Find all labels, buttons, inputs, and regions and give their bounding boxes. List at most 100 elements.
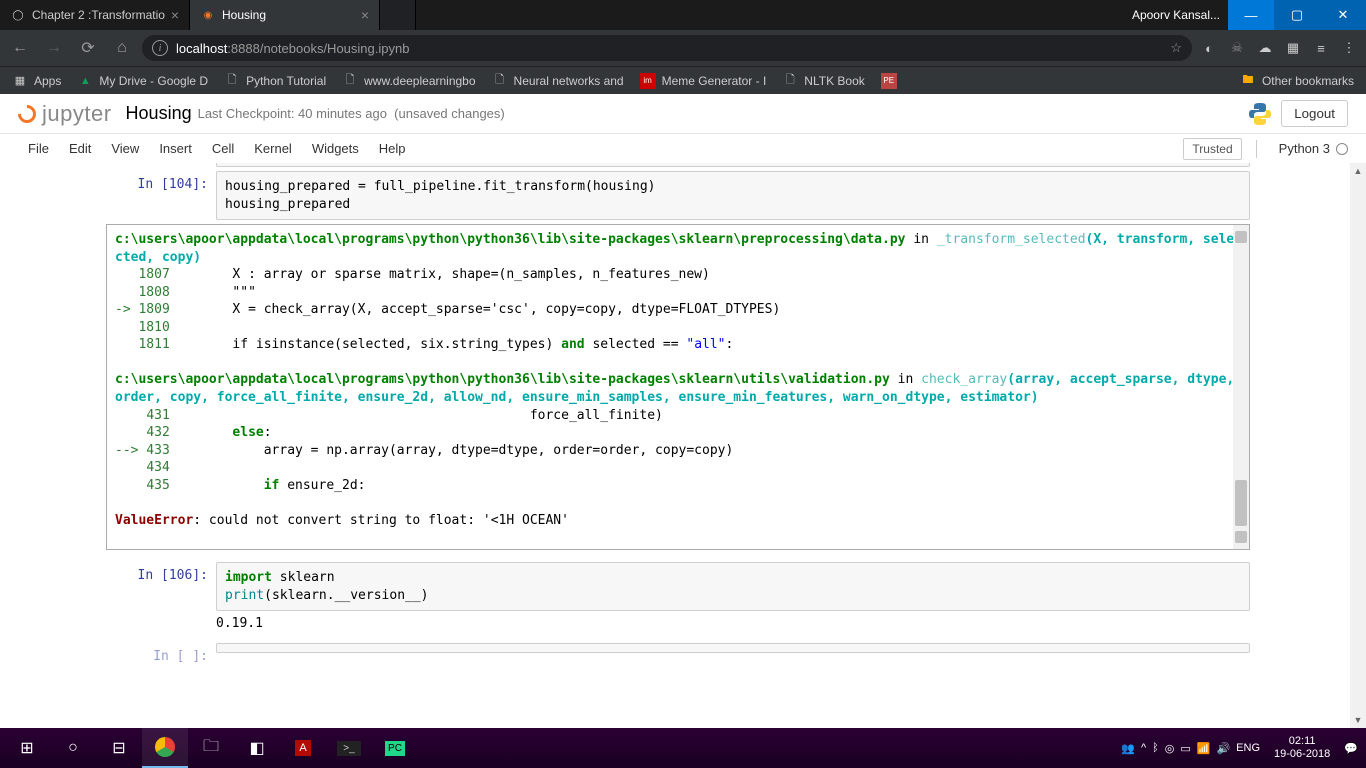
jupyter-logo[interactable]: jupyter xyxy=(18,101,112,127)
notebook-area: In [104]: housing_prepared = full_pipeli… xyxy=(0,163,1366,728)
cell-prompt xyxy=(116,163,216,167)
page-icon: 🗋 xyxy=(782,73,798,89)
window-maximize-button[interactable]: ▢ xyxy=(1274,0,1320,30)
apps-button[interactable]: ▦Apps xyxy=(6,73,67,89)
code-cell-104[interactable]: In [104]: housing_prepared = full_pipeli… xyxy=(116,171,1250,220)
cell-prompt: In [ ]: xyxy=(116,643,216,664)
menu-edit[interactable]: Edit xyxy=(59,141,101,156)
other-bookmarks[interactable]: 🖿Other bookmarks xyxy=(1234,73,1360,89)
menu-view[interactable]: View xyxy=(101,141,149,156)
kernel-status-icon xyxy=(1336,143,1348,155)
acrobat-taskbar-icon[interactable]: A xyxy=(280,728,326,768)
page-icon: 🗋 xyxy=(492,73,508,89)
system-tray: 👥 ^ ᛒ ◎ ▭ 📶 🔊 ENG 02:11 19-06-2018 💬 xyxy=(1121,735,1362,761)
traceback-output[interactable]: c:\users\apoor\appdata\local\programs\py… xyxy=(106,224,1250,550)
code-input[interactable]: housing_prepared = full_pipeline.fit_tra… xyxy=(216,171,1250,220)
tray-people-icon[interactable]: 👥 xyxy=(1121,742,1135,755)
tray-bluetooth-icon[interactable]: ᛒ xyxy=(1152,742,1159,754)
bookmark-item[interactable]: ▲My Drive - Google D xyxy=(71,73,214,89)
taskbar-clock[interactable]: 02:11 19-06-2018 xyxy=(1266,735,1338,761)
code-input[interactable]: import sklearn print(sklearn.__version__… xyxy=(216,562,1250,611)
jupyter-menubar: File Edit View Insert Cell Kernel Widget… xyxy=(0,134,1366,164)
pe-icon: PE xyxy=(881,73,897,89)
apps-icon: ▦ xyxy=(12,73,28,89)
menu-insert[interactable]: Insert xyxy=(149,141,202,156)
tray-location-icon[interactable]: ◎ xyxy=(1165,742,1175,755)
extension-icon[interactable]: ▦ xyxy=(1282,37,1304,59)
tray-wifi-icon[interactable]: 📶 xyxy=(1197,742,1211,755)
url-path: :8888/notebooks/Housing.ipynb xyxy=(227,41,409,56)
bookmark-item[interactable]: 🗋Python Tutorial xyxy=(218,73,332,89)
forward-button[interactable]: → xyxy=(40,34,68,62)
browser-user[interactable]: Apoorv Kansal... xyxy=(1124,0,1228,30)
tray-battery-icon[interactable]: ▭ xyxy=(1180,742,1190,755)
scroll-up-icon[interactable]: ▲ xyxy=(1350,163,1366,179)
app-taskbar-icon[interactable]: ◧ xyxy=(234,728,280,768)
scroll-down-icon[interactable]: ▼ xyxy=(1350,712,1366,728)
code-cell-empty[interactable]: In [ ]: xyxy=(116,643,1250,664)
code-cell-106[interactable]: In [106]: import sklearn print(sklearn._… xyxy=(116,562,1250,637)
bookmark-item[interactable]: PE xyxy=(875,73,903,89)
extension-icon[interactable]: ◐ xyxy=(1198,37,1220,59)
site-info-icon[interactable]: i xyxy=(152,40,168,56)
address-bar[interactable]: i localhost:8888/notebooks/Housing.ipynb… xyxy=(142,35,1192,61)
task-view-button[interactable]: ⊟ xyxy=(96,728,142,768)
github-icon: ◯ xyxy=(10,7,26,23)
scroll-thumb[interactable] xyxy=(1235,480,1247,526)
jupyter-header: jupyter Housing Last Checkpoint: 40 minu… xyxy=(0,94,1366,134)
window-minimize-button[interactable]: — xyxy=(1228,0,1274,30)
logout-button[interactable]: Logout xyxy=(1281,100,1348,127)
notebook-title[interactable]: Housing xyxy=(126,103,192,124)
menu-file[interactable]: File xyxy=(18,141,59,156)
menu-help[interactable]: Help xyxy=(369,141,416,156)
cell-above xyxy=(116,163,1250,167)
close-icon[interactable]: × xyxy=(171,7,179,23)
browser-tab-0[interactable]: ◯ Chapter 2 :Transformatio × xyxy=(0,0,190,30)
close-icon[interactable]: × xyxy=(361,7,369,23)
scroll-down-icon[interactable] xyxy=(1235,531,1247,543)
cell-prompt: In [106]: xyxy=(116,562,216,637)
code-input[interactable] xyxy=(216,643,1250,653)
cortana-button[interactable]: ○ xyxy=(50,728,96,768)
extension-icon[interactable]: ☠ xyxy=(1226,37,1248,59)
text-output: 0.19.1 xyxy=(216,611,1250,637)
bookmark-item[interactable]: 🗋NLTK Book xyxy=(776,73,870,89)
kernel-name[interactable]: Python 3 xyxy=(1279,141,1348,156)
extension-icon[interactable]: ☁ xyxy=(1254,37,1276,59)
cell-prompt: In [104]: xyxy=(116,171,216,220)
pycharm-taskbar-icon[interactable]: PC xyxy=(372,728,418,768)
page-icon: 🗋 xyxy=(342,73,358,89)
browser-tab-strip: ◯ Chapter 2 :Transformatio × ◉ Housing ×… xyxy=(0,0,1366,30)
url-host: localhost xyxy=(176,41,227,56)
browser-tab-1[interactable]: ◉ Housing × xyxy=(190,0,380,30)
window-close-button[interactable]: ✕ xyxy=(1320,0,1366,30)
explorer-taskbar-icon[interactable]: 🗀 xyxy=(188,728,234,768)
tab-title: Chapter 2 :Transformatio xyxy=(32,8,165,22)
bookmark-item[interactable]: imMeme Generator - I xyxy=(634,73,773,89)
jupyter-icon: ◉ xyxy=(200,7,216,23)
scroll-up-icon[interactable] xyxy=(1235,231,1247,243)
trusted-indicator[interactable]: Trusted xyxy=(1183,138,1241,160)
menu-cell[interactable]: Cell xyxy=(202,141,244,156)
chrome-taskbar-icon[interactable] xyxy=(142,728,188,768)
terminal-taskbar-icon[interactable]: >_ xyxy=(326,728,372,768)
menu-kernel[interactable]: Kernel xyxy=(244,141,302,156)
page-icon: 🗋 xyxy=(224,73,240,89)
new-tab-button[interactable] xyxy=(380,0,416,30)
home-button[interactable]: ⌂ xyxy=(108,34,136,62)
output-scrollbar[interactable] xyxy=(1233,225,1249,549)
tray-volume-icon[interactable]: 🔊 xyxy=(1216,742,1230,755)
page-scrollbar[interactable]: ▲ ▼ xyxy=(1350,163,1366,728)
menu-widgets[interactable]: Widgets xyxy=(302,141,369,156)
tray-lang[interactable]: ENG xyxy=(1236,742,1260,754)
bookmark-item[interactable]: 🗋Neural networks and xyxy=(486,73,630,89)
tray-notifications-icon[interactable]: 💬 xyxy=(1344,742,1358,755)
bookmark-item[interactable]: 🗋www.deeplearningbo xyxy=(336,73,481,89)
reload-button[interactable]: ⟳ xyxy=(74,34,102,62)
browser-menu-button[interactable]: ⋮ xyxy=(1338,37,1360,59)
back-button[interactable]: ← xyxy=(6,34,34,62)
extension-icon[interactable]: ≡ xyxy=(1310,37,1332,59)
start-button[interactable]: ⊞ xyxy=(4,728,50,768)
tray-up-icon[interactable]: ^ xyxy=(1141,742,1146,754)
bookmark-star-icon[interactable]: ☆ xyxy=(1170,40,1182,56)
